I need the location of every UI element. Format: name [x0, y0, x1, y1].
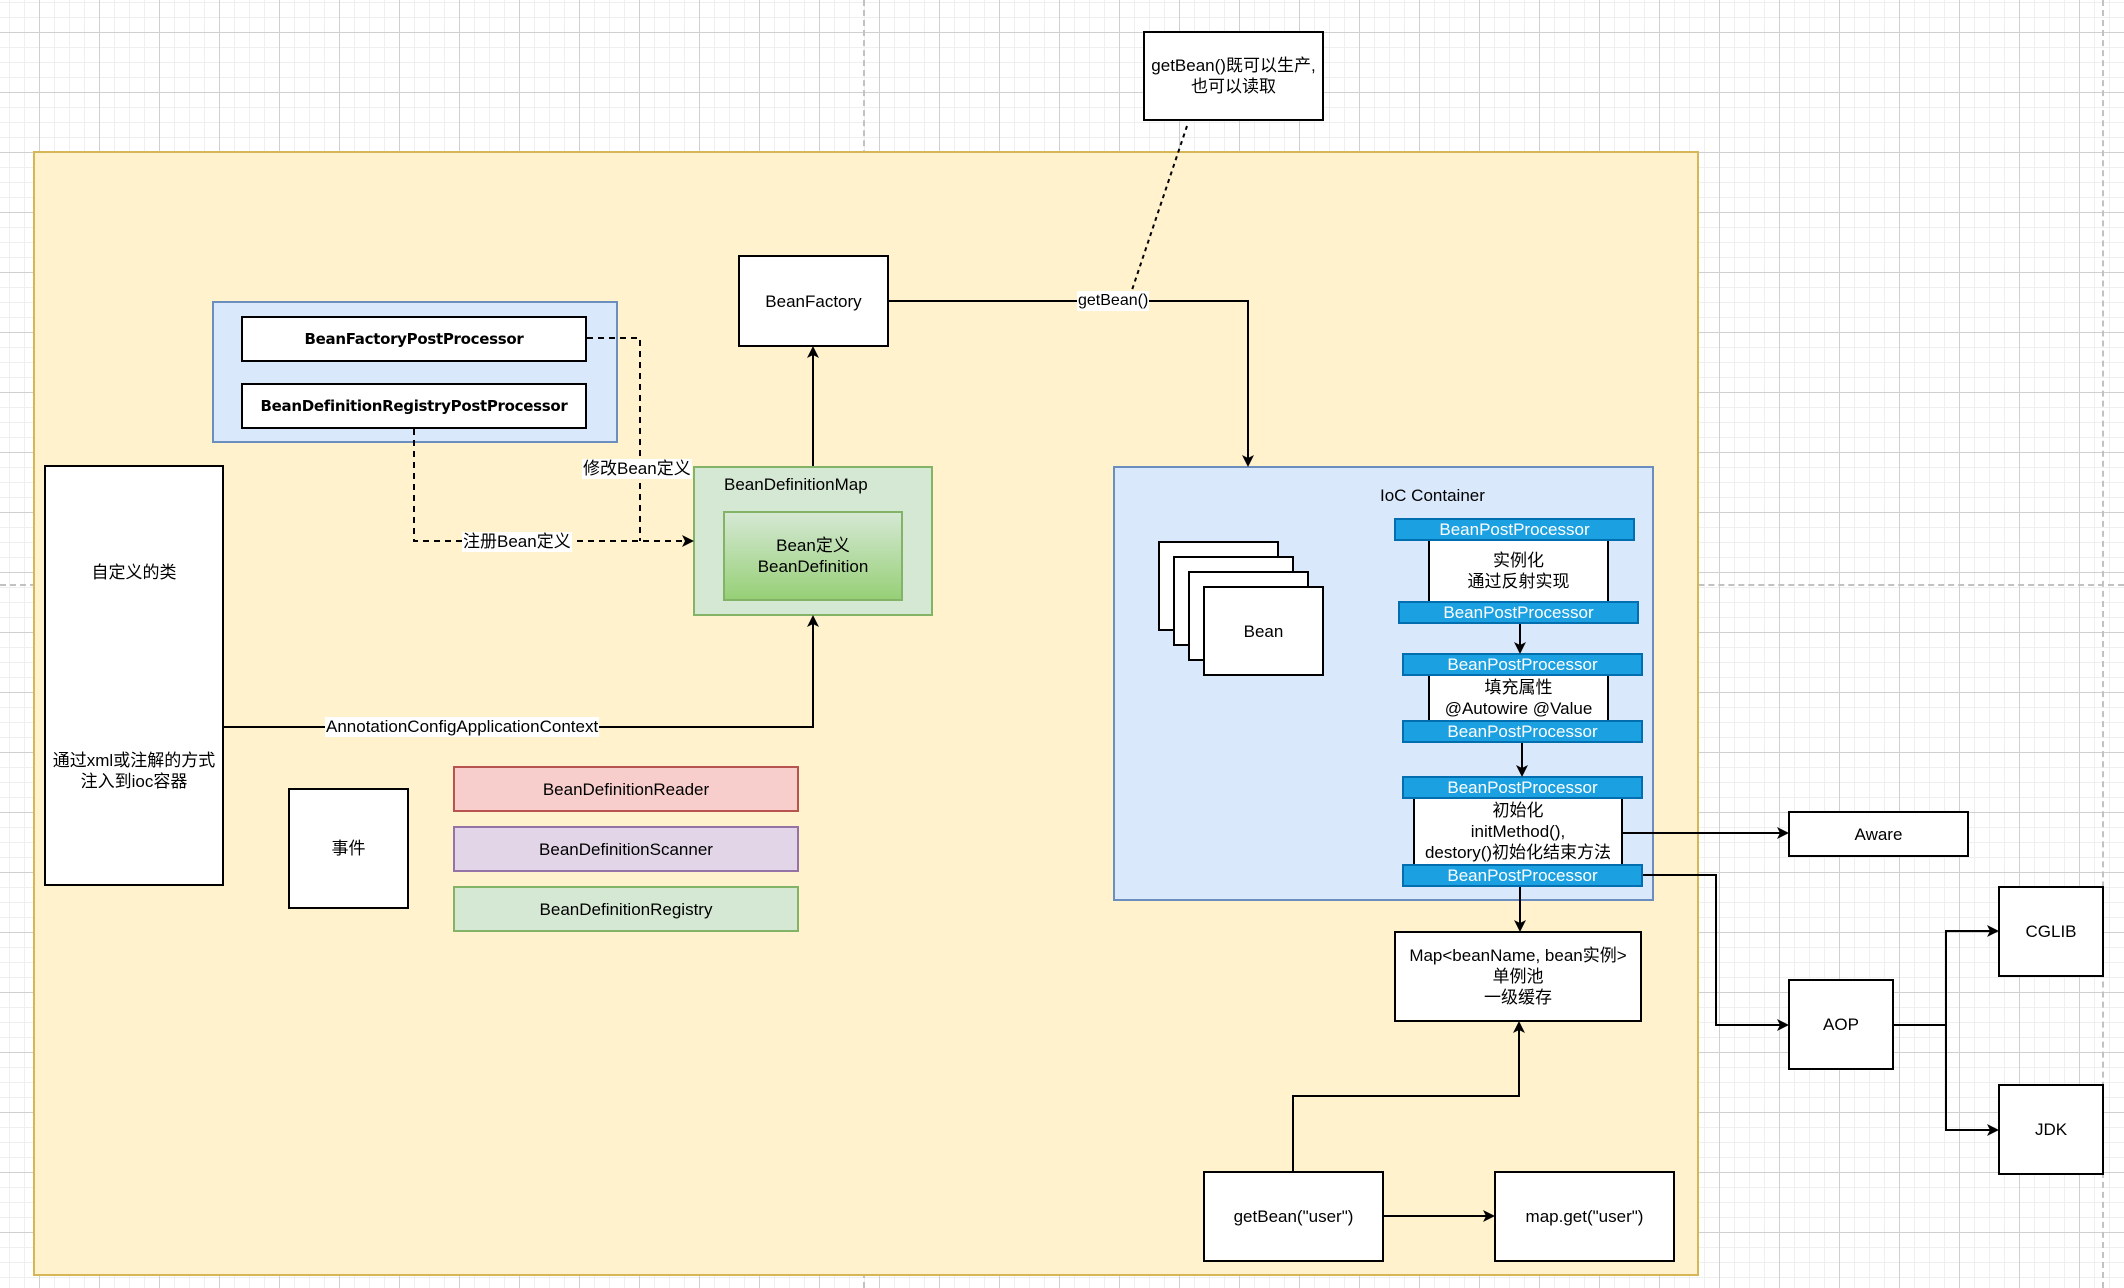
custom-class-description: 通过xml或注解的方式 注入到ioc容器 [52, 751, 216, 791]
registry-label: BeanDefinitionRegistry [539, 899, 713, 919]
edge-label-annotation-context: AnnotationConfigApplicationContext [325, 717, 600, 737]
aware-label: Aware [1854, 824, 1903, 844]
edge-label-getbean: getBean() [1077, 291, 1150, 311]
edge-label-modify: 修改Bean定义 [582, 459, 692, 479]
stage-populate[interactable]: 填充属性 @Autowire @Value [1428, 675, 1609, 721]
bean-post-processor[interactable]: BeanPostProcessor [1402, 653, 1643, 676]
bean-post-processor[interactable]: BeanPostProcessor [1402, 720, 1643, 743]
stage-initialize-text: 初始化 initMethod(), destory()初始化结束方法 [1424, 801, 1612, 862]
get-bean-user-label: getBean("user") [1233, 1207, 1354, 1226]
bean-definition-scanner[interactable]: BeanDefinitionScanner [453, 826, 799, 872]
bean-post-processor[interactable]: BeanPostProcessor [1402, 776, 1643, 799]
bean-post-processor[interactable]: BeanPostProcessor [1398, 601, 1639, 624]
singleton-pool-map[interactable]: Map<beanName, bean实例> 单例池 一级缓存 [1394, 931, 1642, 1022]
note-getbean[interactable]: getBean()既可以生产, 也可以读取 [1143, 31, 1324, 121]
bpp-label: BeanPostProcessor [1447, 866, 1598, 885]
bean-definition-registry-post-processor[interactable]: BeanDefinitionRegistryPostProcessor [241, 383, 587, 429]
bpp-label: BeanPostProcessor [1447, 655, 1598, 674]
bean-card[interactable]: Bean [1203, 586, 1324, 676]
bpp-label: BeanPostProcessor [1443, 603, 1594, 622]
ioc-container-title: IoC Container [1380, 486, 1485, 505]
bean-factory-label: BeanFactory [765, 291, 862, 311]
bean-label: Bean [1243, 621, 1284, 641]
jdk[interactable]: JDK [1998, 1084, 2104, 1175]
bean-factory-post-processor[interactable]: BeanFactoryPostProcessor [241, 316, 587, 362]
event-box[interactable]: 事件 [288, 788, 409, 909]
bean-definition-label: Bean定义 BeanDefinition [757, 536, 869, 576]
bean-definition-registry[interactable]: BeanDefinitionRegistry [453, 886, 799, 932]
bpp-label: BeanPostProcessor [1447, 778, 1598, 797]
stage-instantiate[interactable]: 实例化 通过反射实现 [1428, 540, 1609, 602]
jdk-label: JDK [2034, 1120, 2068, 1139]
map-get-user[interactable]: map.get("user") [1494, 1171, 1675, 1262]
bpp-label: BeanPostProcessor [1439, 520, 1590, 539]
bean-definition-map-title: BeanDefinitionMap [724, 475, 868, 494]
note-text: getBean()既可以生产, 也可以读取 [1151, 56, 1316, 96]
cglib-label: CGLIB [2025, 922, 2077, 941]
bean-definition[interactable]: Bean定义 BeanDefinition [723, 511, 903, 601]
bdrpp-label: BeanDefinitionRegistryPostProcessor [260, 396, 568, 415]
get-bean-user[interactable]: getBean("user") [1203, 1171, 1384, 1262]
custom-class[interactable]: 自定义的类 通过xml或注解的方式 注入到ioc容器 [44, 465, 224, 886]
aware[interactable]: Aware [1788, 811, 1969, 857]
bean-definition-reader[interactable]: BeanDefinitionReader [453, 766, 799, 812]
event-label: 事件 [331, 839, 366, 858]
bpp-label: BeanPostProcessor [1447, 722, 1598, 741]
aop[interactable]: AOP [1788, 979, 1894, 1070]
stage-initialize[interactable]: 初始化 initMethod(), destory()初始化结束方法 [1413, 798, 1623, 865]
bean-post-processor[interactable]: BeanPostProcessor [1394, 518, 1635, 541]
scanner-label: BeanDefinitionScanner [539, 839, 713, 859]
custom-class-title: 自定义的类 [91, 563, 177, 582]
bean-factory[interactable]: BeanFactory [738, 255, 889, 347]
bean-post-processor[interactable]: BeanPostProcessor [1402, 864, 1643, 887]
singleton-pool-text: Map<beanName, bean实例> 单例池 一级缓存 [1409, 946, 1627, 1007]
cglib[interactable]: CGLIB [1998, 886, 2104, 977]
edge-label-register: 注册Bean定义 [462, 532, 572, 552]
bfpp-label: BeanFactoryPostProcessor [304, 329, 524, 348]
stage-instantiate-text: 实例化 通过反射实现 [1467, 551, 1570, 591]
aop-label: AOP [1823, 1015, 1859, 1034]
map-get-user-label: map.get("user") [1525, 1207, 1644, 1226]
stage-populate-text: 填充属性 @Autowire @Value [1444, 678, 1593, 718]
reader-label: BeanDefinitionReader [542, 779, 710, 799]
